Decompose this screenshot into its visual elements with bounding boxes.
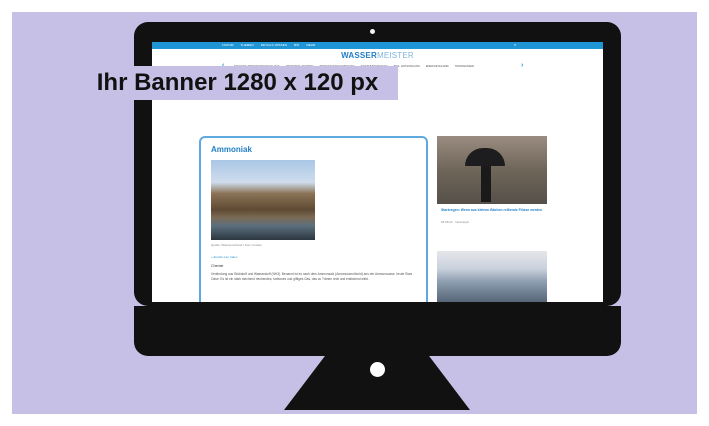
article-body: Verbindung aus Stickstoff und Wasserstof…	[211, 272, 413, 281]
photo-caption: Quelle: Wasserverband / Foto: Fotolia	[211, 243, 262, 247]
top-nav-item[interactable]: DETAILS WISSEN	[261, 43, 287, 47]
top-nav-item[interactable]: BW	[294, 43, 299, 47]
chevron-right-icon[interactable]: ›	[521, 62, 523, 69]
rain-photo[interactable]	[437, 136, 547, 204]
top-bar: FORUM THEMEN DETAILS WISSEN BW MEHR ⌕	[152, 42, 603, 49]
umbrella-shape	[465, 148, 505, 166]
article-card: Ammoniak Quelle: Wasserverband / Foto: F…	[199, 136, 428, 302]
banner-placeholder: Ihr Banner 1280 x 120 px	[77, 66, 398, 100]
category-item[interactable]: TRINKWASSER	[455, 65, 474, 68]
sidebar-card-meta: 05.08.22 · Newstopic	[441, 220, 470, 224]
category-item[interactable]: ENERGIETECHNIK	[426, 65, 449, 68]
article-title[interactable]: Ammoniak	[211, 145, 252, 154]
top-nav-item[interactable]: FORUM	[222, 43, 234, 47]
top-nav-item[interactable]: MEHR	[306, 43, 315, 47]
power-icon	[370, 362, 385, 377]
top-nav: FORUM THEMEN DETAILS WISSEN BW MEHR	[222, 43, 315, 47]
background: FORUM THEMEN DETAILS WISSEN BW MEHR ⌕ WA…	[12, 12, 697, 414]
person-shape	[481, 166, 491, 202]
logo-light: MEISTER	[376, 51, 414, 60]
back-link[interactable]: « Zurück zum Index	[211, 255, 237, 259]
logo-bold: WASSER	[341, 51, 377, 60]
lake-photo[interactable]	[437, 251, 547, 302]
top-nav-item[interactable]: THEMEN	[241, 43, 254, 47]
monitor-chin	[134, 306, 621, 356]
article-photo	[211, 160, 315, 240]
search-icon[interactable]: ⌕	[514, 42, 516, 47]
sidebar-card-title[interactable]: Starkregen: Wenn aus kleinen Bächen reiß…	[441, 208, 543, 213]
section-label: Chemie	[211, 264, 224, 268]
camera-icon	[370, 29, 375, 34]
site-logo[interactable]: WASSERMEISTER	[152, 51, 603, 60]
